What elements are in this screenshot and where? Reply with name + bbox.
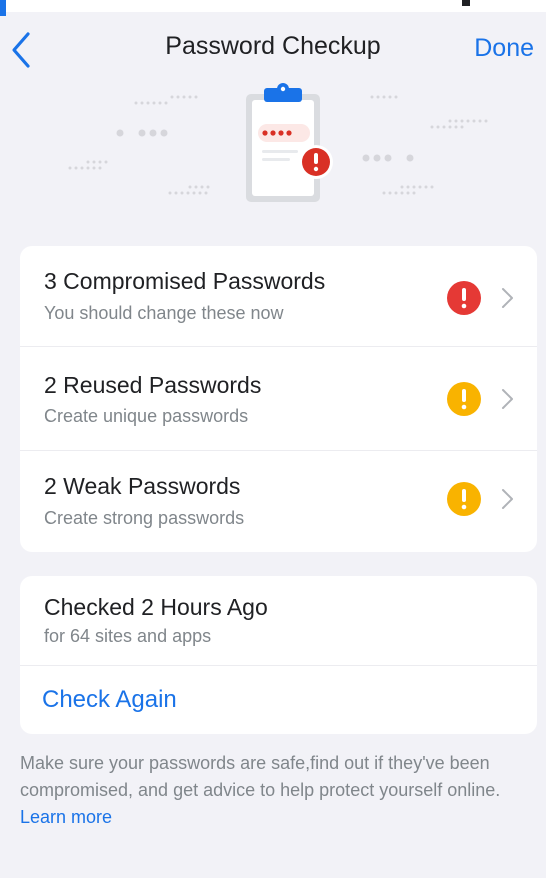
- learn-more-link[interactable]: Learn more: [20, 807, 112, 827]
- row-title: 2 Weak Passwords: [44, 473, 241, 499]
- footer-description: Make sure your passwords are safe,find o…: [20, 750, 530, 831]
- top-edge-mark: [462, 0, 470, 6]
- chevron-right-icon: [502, 288, 513, 308]
- decor-dots-left-top: [134, 95, 198, 105]
- warning-alert-icon: [447, 482, 481, 516]
- password-checkup-screen: Password Checkup Done 3 Compromised Pass…: [0, 0, 546, 878]
- weak-passwords-row[interactable]: 2 Weak Passwords Create strong passwords: [20, 451, 537, 552]
- last-checked-title: Checked 2 Hours Ago: [44, 594, 268, 620]
- chevron-right-icon: [502, 389, 513, 409]
- warning-alert-icon: [447, 382, 481, 416]
- row-subtitle: Create strong passwords: [44, 508, 245, 528]
- page-title: Password Checkup: [165, 32, 381, 60]
- reused-passwords-row[interactable]: 2 Reused Passwords Create unique passwor…: [20, 347, 537, 450]
- row-subtitle: Create unique passwords: [44, 406, 249, 426]
- issues-card: 3 Compromised Passwords You should chang…: [20, 246, 537, 552]
- header-illustration: [0, 80, 546, 215]
- done-button[interactable]: Done: [474, 34, 534, 63]
- check-again-button[interactable]: Check Again: [42, 686, 177, 714]
- row-title: 3 Compromised Passwords: [44, 268, 326, 294]
- footer-text: Make sure your passwords are safe,find o…: [20, 753, 501, 800]
- top-edge-accent: [0, 0, 6, 16]
- check-status-card: Checked 2 Hours Ago for 64 sites and app…: [20, 576, 537, 734]
- row-title: 2 Reused Passwords: [44, 372, 262, 398]
- sites-count-subtitle: for 64 sites and apps: [44, 626, 212, 646]
- compromised-passwords-row[interactable]: 3 Compromised Passwords You should chang…: [20, 246, 537, 346]
- card-divider: [20, 665, 537, 666]
- chevron-right-icon: [502, 489, 513, 509]
- clipboard-password-alert-icon: [68, 83, 488, 202]
- navigation-bar: Password Checkup Done: [0, 18, 546, 78]
- row-subtitle: You should change these now: [44, 303, 284, 323]
- critical-alert-icon: [447, 281, 481, 315]
